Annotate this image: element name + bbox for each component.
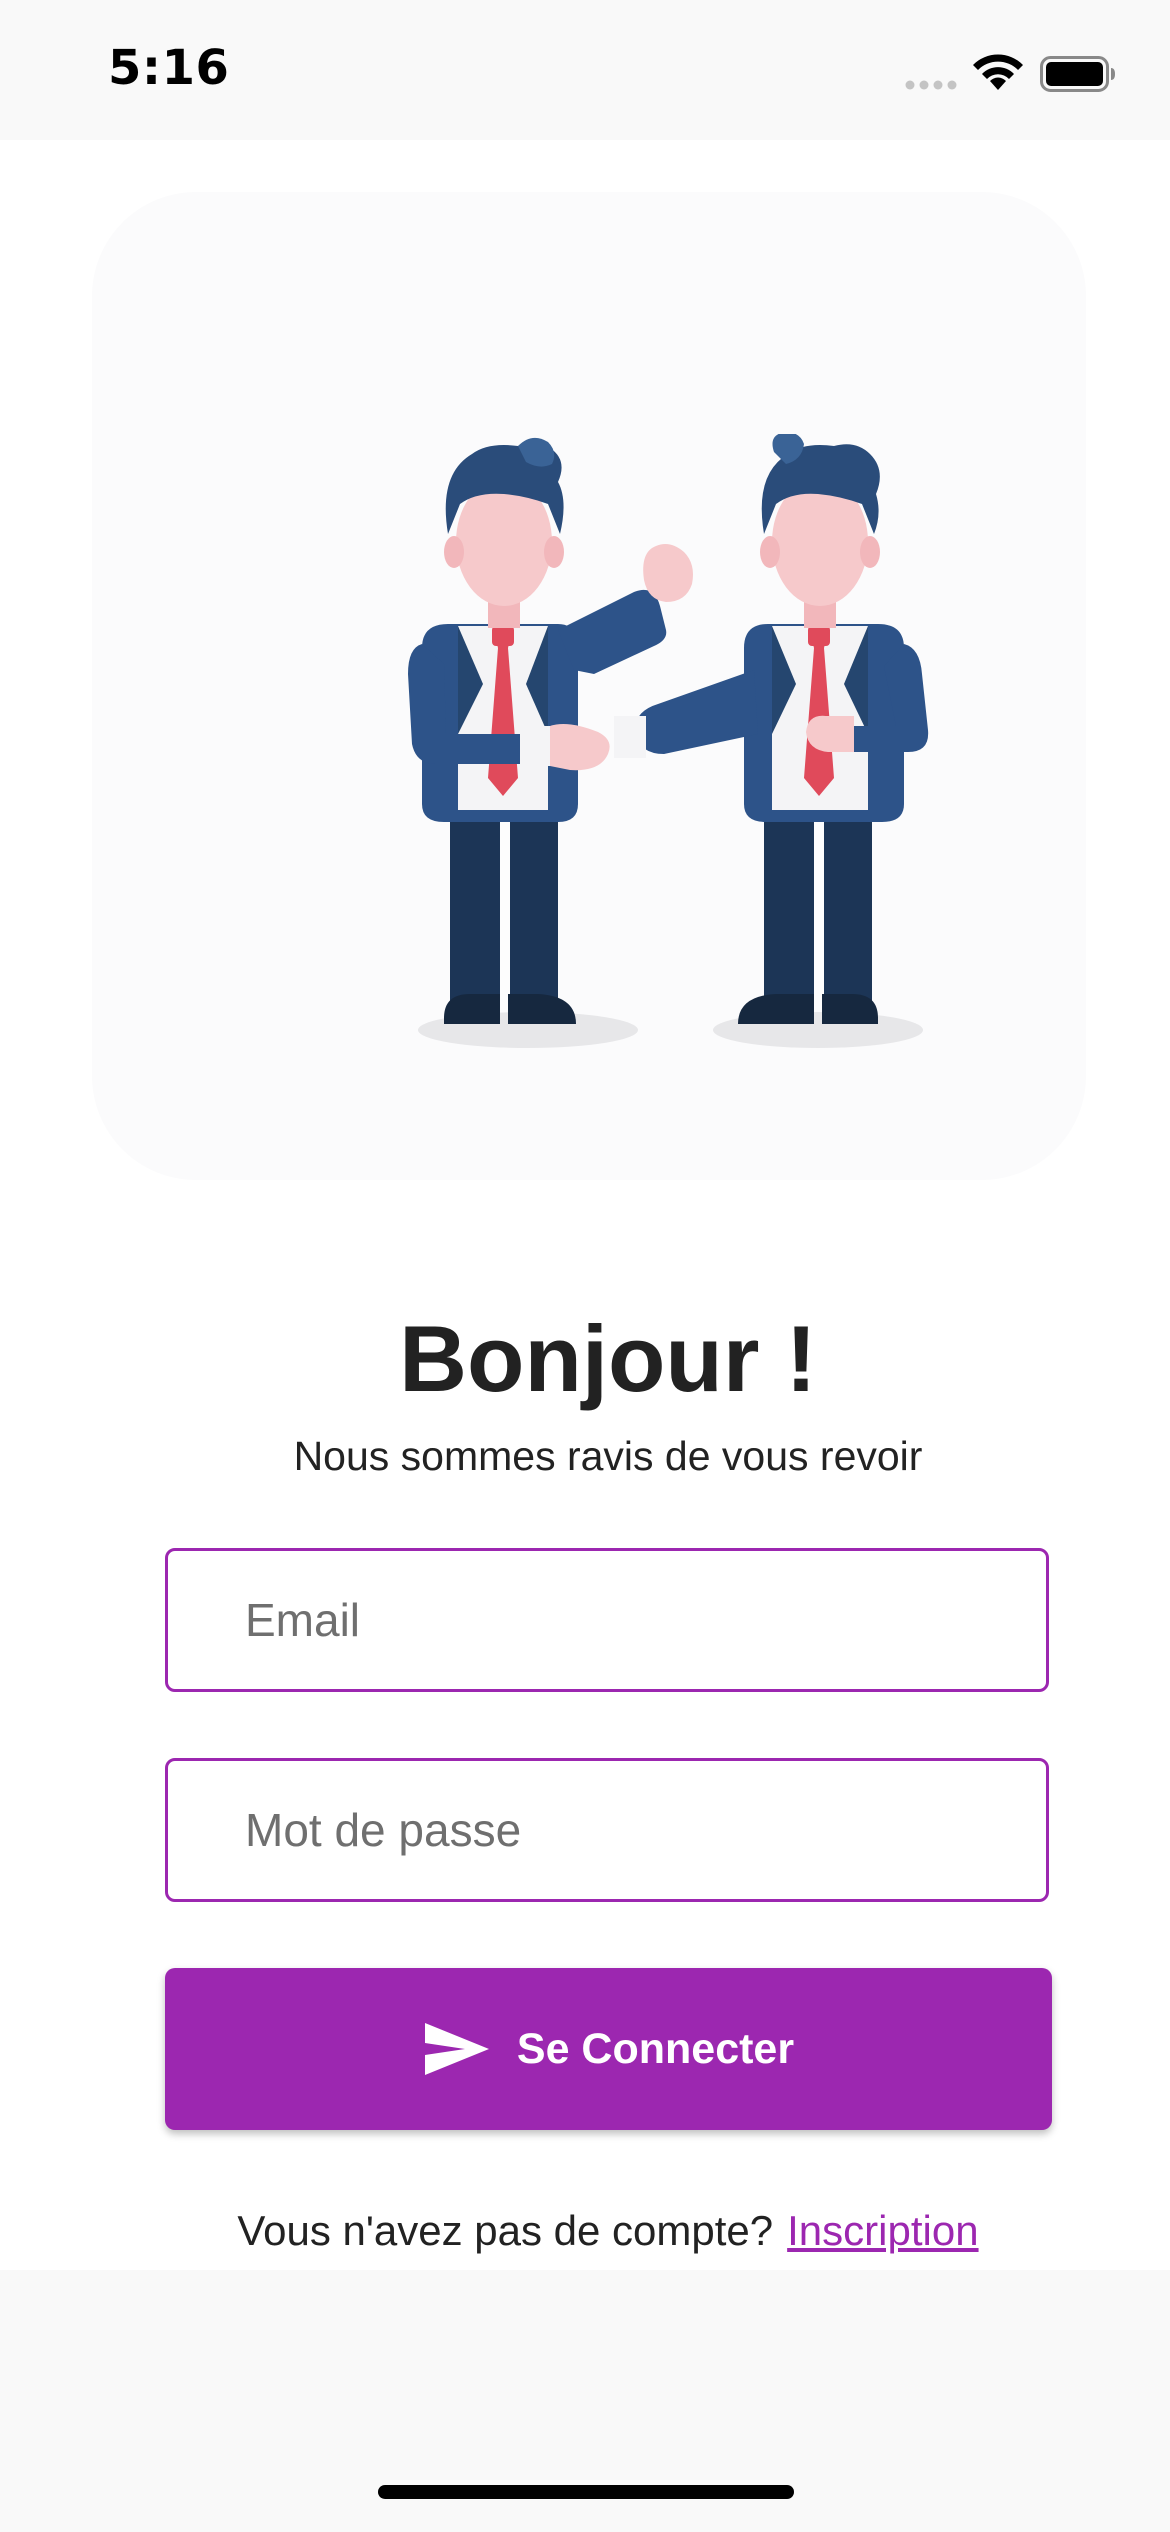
email-input[interactable] [168,1551,1046,1689]
status-time: 5:16 [108,40,230,96]
password-input[interactable] [168,1761,1046,1899]
cellular-signal-icon [905,80,957,90]
wifi-icon [973,54,1023,90]
send-icon [424,2023,489,2075]
businessmen-handshake-illustration [408,434,929,1048]
login-button-label: Se Connecter [516,2024,795,2073]
login-button[interactable]: Se Connecter [165,1968,1052,2130]
signup-link[interactable]: Inscription [787,2207,978,2254]
login-screen: Bonjour ! Nous sommes ravis de vous revo… [0,140,1170,2270]
hero-card [92,192,1086,1180]
greeting-title: Bonjour ! [399,1306,817,1411]
home-indicator[interactable] [378,2485,794,2499]
signup-prompt-line: Vous n'avez pas de compte? Inscription [0,2210,1170,2252]
battery-icon [1040,56,1115,92]
greeting-subtitle: Nous sommes ravis de vous revoir [293,1433,923,1479]
status-bar: 5:16 [0,0,1170,140]
signup-prompt: Vous n'avez pas de compte? [237,2207,774,2254]
email-field[interactable] [165,1548,1049,1692]
password-field[interactable] [165,1758,1049,1902]
